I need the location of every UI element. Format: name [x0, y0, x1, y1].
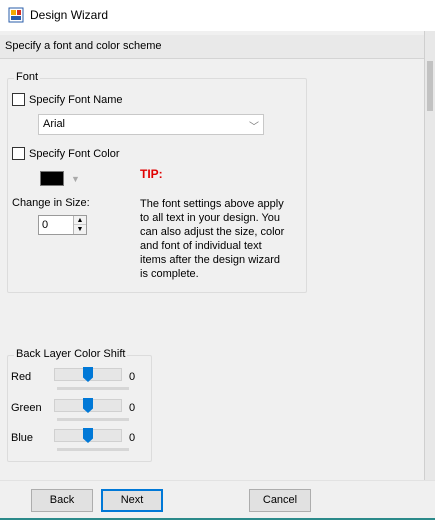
cancel-button[interactable]: Cancel — [249, 489, 311, 512]
slider-thumb[interactable] — [83, 428, 93, 443]
next-button-label: Next — [120, 494, 144, 506]
spin-down-arrow-icon[interactable]: ▼ — [74, 225, 86, 234]
green-label: Green — [11, 402, 42, 414]
green-value: 0 — [129, 402, 136, 414]
wizard-header: Specify a font and color scheme — [0, 35, 424, 59]
slider-tick-bar — [57, 448, 129, 451]
tip-title: TIP: — [140, 167, 163, 181]
vertical-scrollbar[interactable] — [424, 31, 435, 480]
back-button[interactable]: Back — [31, 489, 93, 512]
wizard-footer: Back Next Cancel — [0, 480, 435, 520]
specify-font-name-checkbox[interactable]: Specify Font Name — [12, 93, 123, 106]
blue-value: 0 — [129, 432, 136, 444]
next-button[interactable]: Next — [101, 489, 163, 512]
wizard-content: Specify a font and color scheme Font Spe… — [0, 31, 435, 480]
color-dropdown-arrow-icon[interactable]: ▼ — [71, 174, 80, 184]
window-title: Design Wizard — [30, 8, 109, 22]
specify-font-name-label: Specify Font Name — [29, 93, 123, 106]
green-slider[interactable] — [54, 398, 122, 413]
title-bar: Design Wizard — [0, 0, 435, 31]
font-name-combo[interactable]: Arial ﹀ — [38, 114, 264, 135]
checkbox-box[interactable] — [12, 93, 25, 106]
font-group-legend: Font — [14, 71, 41, 83]
tip-text: The font settings above apply to all tex… — [140, 198, 285, 280]
red-label: Red — [11, 371, 32, 383]
spin-up-arrow-icon[interactable]: ▲ — [74, 216, 86, 225]
page-subtitle: Specify a font and color scheme — [5, 40, 162, 52]
scrollbar-thumb[interactable] — [427, 61, 433, 111]
slider-thumb[interactable] — [83, 367, 93, 382]
blue-label: Blue — [11, 432, 34, 444]
cancel-button-label: Cancel — [262, 494, 298, 506]
slider-tick-bar — [57, 418, 129, 421]
font-name-value: Arial — [43, 118, 66, 130]
specify-font-color-checkbox[interactable]: Specify Font Color — [12, 147, 119, 160]
red-slider[interactable] — [54, 367, 122, 382]
back-layer-legend: Back Layer Color Shift — [14, 348, 128, 360]
blue-slider[interactable] — [54, 428, 122, 443]
slider-tick-bar — [57, 387, 129, 390]
size-value[interactable]: 0 — [42, 219, 48, 231]
font-color-swatch[interactable] — [40, 171, 64, 186]
back-button-label: Back — [49, 494, 75, 506]
design-wizard-app-icon — [8, 7, 24, 23]
checkbox-box[interactable] — [12, 147, 25, 160]
size-spinner[interactable]: 0 ▲ ▼ — [38, 215, 87, 235]
spin-buttons[interactable]: ▲ ▼ — [73, 216, 86, 234]
specify-font-color-label: Specify Font Color — [29, 147, 120, 160]
slider-thumb[interactable] — [83, 398, 93, 413]
red-value: 0 — [129, 371, 136, 383]
change-in-size-label: Change in Size: — [12, 197, 90, 209]
chevron-down-icon[interactable]: ﹀ — [249, 118, 259, 133]
